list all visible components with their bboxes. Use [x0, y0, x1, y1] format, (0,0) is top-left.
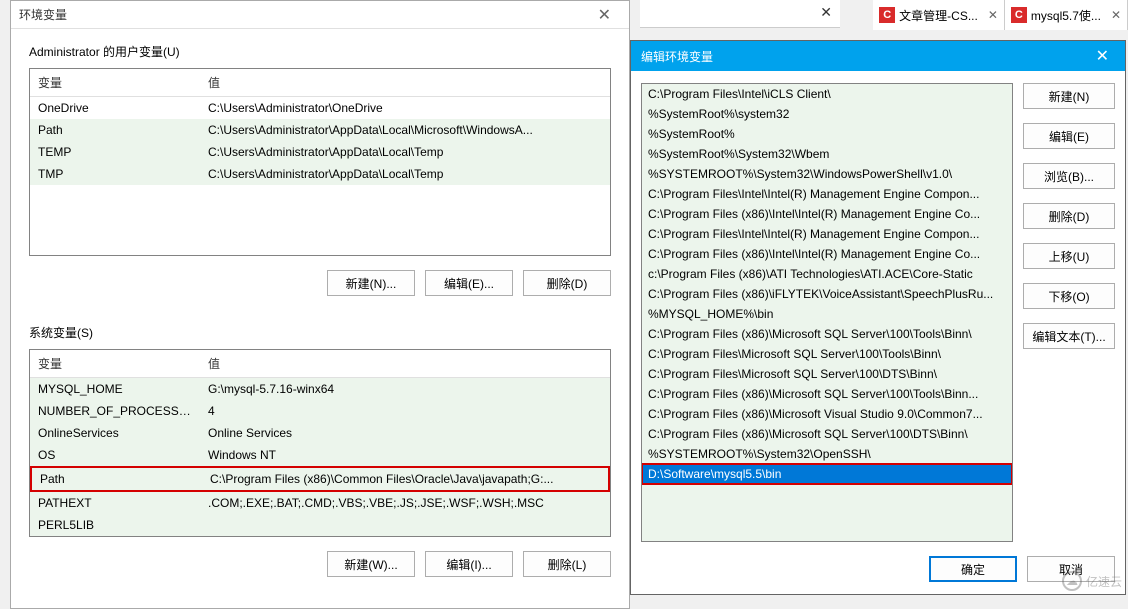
edit-sys-var-button[interactable]: 编辑(I)... — [425, 551, 513, 577]
edit-env-var-dialog: 编辑环境变量 ✕ C:\Program Files\Intel\iCLS Cli… — [630, 40, 1126, 595]
table-row[interactable]: NUMBER_OF_PROCESSORS4 — [30, 400, 610, 422]
edit-text-button[interactable]: 编辑文本(T)... — [1023, 323, 1115, 349]
delete-button[interactable]: 删除(D) — [1023, 203, 1115, 229]
var-value: C:\Users\Administrator\AppData\Local\Mic… — [200, 121, 610, 139]
list-item[interactable]: C:\Program Files\Intel\Intel(R) Manageme… — [642, 184, 1012, 204]
move-up-button[interactable]: 上移(U) — [1023, 243, 1115, 269]
close-icon[interactable]: ✕ — [988, 8, 998, 22]
env-vars-dialog: 环境变量 ✕ Administrator 的用户变量(U) 变量 值 OneDr… — [10, 0, 630, 609]
list-item[interactable]: %SystemRoot% — [642, 124, 1012, 144]
list-item[interactable]: C:\Program Files (x86)\Microsoft SQL Ser… — [642, 384, 1012, 404]
list-item[interactable]: C:\Program Files (x86)\iFLYTEK\VoiceAssi… — [642, 284, 1012, 304]
list-item[interactable]: %SYSTEMROOT%\System32\OpenSSH\ — [642, 444, 1012, 464]
browse-button[interactable]: 浏览(B)... — [1023, 163, 1115, 189]
var-name: OnlineServices — [30, 424, 200, 442]
var-value: .COM;.EXE;.BAT;.CMD;.VBS;.VBE;.JS;.JSE;.… — [200, 494, 610, 512]
list-item[interactable]: %MYSQL_HOME%\bin — [642, 304, 1012, 324]
var-value: C:\Program Files (x86)\Common Files\Orac… — [202, 470, 608, 488]
list-item[interactable]: %SystemRoot%\System32\Wbem — [642, 144, 1012, 164]
var-name: OS — [30, 446, 200, 464]
var-name: MYSQL_HOME — [30, 380, 200, 398]
col-header-val[interactable]: 值 — [200, 69, 610, 96]
var-name: NUMBER_OF_PROCESSORS — [30, 402, 200, 420]
table-row[interactable]: PathC:\Program Files (x86)\Common Files\… — [30, 466, 610, 492]
tab-label: 文章管理-CS... — [899, 7, 978, 24]
var-value — [200, 516, 610, 534]
browser-tab[interactable]: C mysql5.7使... ✕ — [1005, 0, 1128, 30]
tab-favicon: C — [879, 7, 895, 23]
table-row[interactable]: MYSQL_HOMEG:\mysql-5.7.16-winx64 — [30, 378, 610, 400]
table-row[interactable]: OneDriveC:\Users\Administrator\OneDrive — [30, 97, 610, 119]
cloud-icon: ☁ — [1062, 571, 1082, 591]
var-value: C:\Users\Administrator\AppData\Local\Tem… — [200, 143, 610, 161]
titlebar[interactable]: 环境变量 ✕ — [11, 1, 629, 29]
list-item[interactable]: C:\Program Files\Intel\iCLS Client\ — [642, 84, 1012, 104]
browser-tab[interactable]: C 文章管理-CS... ✕ — [873, 0, 1005, 30]
col-header-val[interactable]: 值 — [200, 350, 610, 377]
list-item[interactable]: %SystemRoot%\system32 — [642, 104, 1012, 124]
edit-user-var-button[interactable]: 编辑(E)... — [425, 270, 513, 296]
move-down-button[interactable]: 下移(O) — [1023, 283, 1115, 309]
var-name: OneDrive — [30, 99, 200, 117]
browser-tabs: C 文章管理-CS... ✕ C mysql5.7使... ✕ — [873, 0, 1128, 30]
tab-favicon: C — [1011, 7, 1027, 23]
user-vars-label: Administrator 的用户变量(U) — [11, 29, 629, 66]
ok-button[interactable]: 确定 — [929, 556, 1017, 582]
watermark: ☁ 亿速云 — [1062, 571, 1122, 591]
table-row[interactable]: OnlineServicesOnline Services — [30, 422, 610, 444]
delete-user-var-button[interactable]: 删除(D) — [523, 270, 611, 296]
close-icon[interactable]: ✕ — [820, 4, 832, 21]
table-row[interactable]: OSWindows NT — [30, 444, 610, 466]
dialog-title: 环境变量 — [19, 6, 588, 23]
table-row[interactable]: TMPC:\Users\Administrator\AppData\Local\… — [30, 163, 610, 185]
table-row[interactable]: PATHEXT.COM;.EXE;.BAT;.CMD;.VBS;.VBE;.JS… — [30, 492, 610, 514]
list-item[interactable]: C:\Program Files (x86)\Intel\Intel(R) Ma… — [642, 244, 1012, 264]
var-value: C:\Users\Administrator\AppData\Local\Tem… — [200, 165, 610, 183]
new-sys-var-button[interactable]: 新建(W)... — [327, 551, 415, 577]
list-item[interactable]: C:\Program Files (x86)\Intel\Intel(R) Ma… — [642, 204, 1012, 224]
list-item[interactable]: D:\Software\mysql5.5\bin — [642, 464, 1012, 484]
list-item[interactable]: C:\Program Files (x86)\Microsoft SQL Ser… — [642, 324, 1012, 344]
var-name: TMP — [30, 165, 200, 183]
var-value: G:\mysql-5.7.16-winx64 — [200, 380, 610, 398]
list-item[interactable]: %SYSTEMROOT%\System32\WindowsPowerShell\… — [642, 164, 1012, 184]
close-icon[interactable]: ✕ — [1111, 8, 1121, 22]
table-row[interactable]: PathC:\Users\Administrator\AppData\Local… — [30, 119, 610, 141]
tab-label: mysql5.7使... — [1031, 7, 1101, 24]
var-name: PERL5LIB — [30, 516, 200, 534]
var-name: TEMP — [30, 143, 200, 161]
close-icon[interactable]: ✕ — [588, 5, 621, 25]
var-name: Path — [30, 121, 200, 139]
table-row[interactable]: TEMPC:\Users\Administrator\AppData\Local… — [30, 141, 610, 163]
new-user-var-button[interactable]: 新建(N)... — [327, 270, 415, 296]
list-item[interactable]: C:\Program Files\Microsoft SQL Server\10… — [642, 344, 1012, 364]
var-value: C:\Users\Administrator\OneDrive — [200, 99, 610, 117]
close-icon[interactable]: ✕ — [1090, 46, 1115, 66]
table-row[interactable]: PERL5LIB — [30, 514, 610, 536]
dialog-title: 编辑环境变量 — [641, 48, 1090, 65]
var-name: Path — [32, 470, 202, 488]
path-listbox[interactable]: C:\Program Files\Intel\iCLS Client\%Syst… — [641, 83, 1013, 542]
sys-vars-table[interactable]: 变量 值 MYSQL_HOMEG:\mysql-5.7.16-winx64NUM… — [29, 349, 611, 537]
sys-vars-label: 系统变量(S) — [11, 310, 629, 347]
col-header-var[interactable]: 变量 — [30, 350, 200, 377]
var-value: Windows NT — [200, 446, 610, 464]
list-item[interactable]: C:\Program Files (x86)\Microsoft SQL Ser… — [642, 424, 1012, 444]
list-item[interactable]: c:\Program Files (x86)\ATI Technologies\… — [642, 264, 1012, 284]
list-item[interactable]: C:\Program Files\Intel\Intel(R) Manageme… — [642, 224, 1012, 244]
delete-sys-var-button[interactable]: 删除(L) — [523, 551, 611, 577]
new-button[interactable]: 新建(N) — [1023, 83, 1115, 109]
var-name: PATHEXT — [30, 494, 200, 512]
var-value: 4 — [200, 402, 610, 420]
col-header-var[interactable]: 变量 — [30, 69, 200, 96]
titlebar[interactable]: 编辑环境变量 ✕ — [631, 41, 1125, 71]
list-item[interactable]: C:\Program Files (x86)\Microsoft Visual … — [642, 404, 1012, 424]
user-vars-table[interactable]: 变量 值 OneDriveC:\Users\Administrator\OneD… — [29, 68, 611, 256]
edit-button[interactable]: 编辑(E) — [1023, 123, 1115, 149]
var-value: Online Services — [200, 424, 610, 442]
list-item[interactable]: C:\Program Files\Microsoft SQL Server\10… — [642, 364, 1012, 384]
